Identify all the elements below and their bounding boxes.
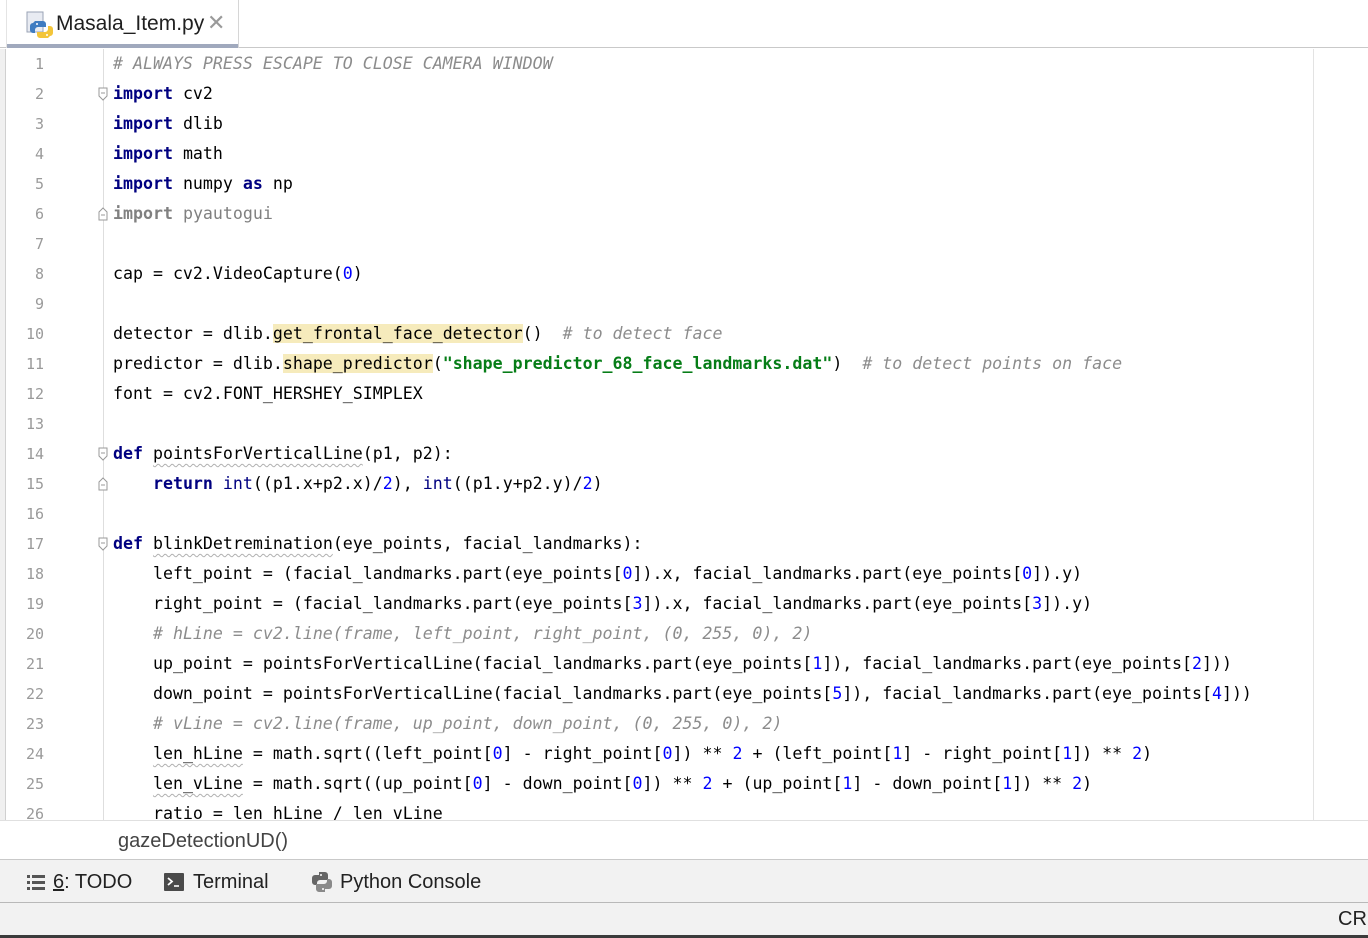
code-line[interactable]: import dlib	[113, 109, 223, 139]
code-editor[interactable]: 1 2 3 4 5 6 7 8 9 10 11 12 13 14 15 16 1…	[0, 49, 1368, 820]
editor-right-strip	[1314, 49, 1368, 820]
line-number: 19	[25, 595, 44, 613]
line-number: 15	[25, 475, 44, 493]
tool-window-bar: 6: TODO Terminal Python Console	[0, 860, 1368, 903]
code-line[interactable]: # ALWAYS PRESS ESCAPE TO CLOSE CAMERA WI…	[113, 49, 553, 79]
code-line[interactable]: import math	[113, 139, 223, 169]
line-number: 24	[25, 745, 44, 763]
code-line[interactable]: # vLine = cv2.line(frame, up_point, down…	[113, 709, 782, 739]
code-line[interactable]: detector = dlib.get_frontal_face_detecto…	[113, 319, 722, 349]
code-line[interactable]: # hLine = cv2.line(frame, left_point, ri…	[113, 619, 812, 649]
todo-mnemonic: 6	[53, 871, 65, 893]
file-tab-label: Masala_Item.py	[56, 12, 205, 35]
python-file-icon	[26, 11, 53, 38]
line-number: 26	[25, 805, 44, 820]
code-line[interactable]: import cv2	[113, 79, 213, 109]
code-line[interactable]: left_point = (facial_landmarks.part(eye_…	[113, 559, 1082, 589]
code-line[interactable]: len_vLine = math.sqrt((up_point[0] - dow…	[113, 769, 1092, 799]
line-number: 21	[25, 655, 44, 673]
python-console-tool-button[interactable]: Python Console	[311, 870, 491, 894]
editor-tab-bar: Masala_Item.py ✕	[0, 0, 1368, 48]
todo-tool-button[interactable]: 6: TODO	[26, 870, 136, 894]
code-line[interactable]: len_hLine = math.sqrt((left_point[0] - r…	[113, 739, 1152, 769]
breadcrumb: gazeDetectionUD()	[0, 820, 1368, 860]
line-number: 3	[34, 115, 44, 133]
line-number: 9	[34, 295, 44, 313]
line-number: 5	[34, 175, 44, 193]
fold-end-icon[interactable]	[98, 477, 108, 491]
line-separator-indicator[interactable]: CRLF	[1338, 908, 1368, 931]
code-line[interactable]: import numpy as np	[113, 169, 293, 199]
terminal-tool-button[interactable]: Terminal	[163, 870, 283, 894]
python-console-label: Python Console	[340, 871, 482, 893]
terminal-label: Terminal	[193, 871, 269, 893]
code-line[interactable]: predictor = dlib.shape_predictor("shape_…	[113, 349, 1122, 379]
status-bar: CRLF	[0, 903, 1368, 935]
fold-start-icon[interactable]	[98, 447, 108, 461]
line-number: 16	[25, 505, 44, 523]
line-number: 14	[25, 445, 44, 463]
file-tab[interactable]: Masala_Item.py ✕	[6, 0, 239, 48]
line-number: 1	[34, 55, 44, 73]
code-line[interactable]: up_point = pointsForVerticalLine(facial_…	[113, 649, 1232, 679]
line-number: 22	[25, 685, 44, 703]
line-number: 10	[25, 325, 44, 343]
line-number: 6	[34, 205, 44, 223]
line-number: 25	[25, 775, 44, 793]
line-number: 20	[25, 625, 44, 643]
line-number: 12	[25, 385, 44, 403]
fold-start-icon[interactable]	[98, 537, 108, 551]
line-number: 7	[34, 235, 44, 253]
list-icon	[27, 875, 45, 890]
fold-end-icon[interactable]	[98, 207, 108, 221]
active-tab-indicator	[7, 44, 238, 48]
breadcrumb-function[interactable]: gazeDetectionUD()	[118, 830, 288, 853]
python-console-icon	[312, 872, 332, 892]
line-number: 4	[34, 145, 44, 163]
fold-start-icon[interactable]	[98, 87, 108, 101]
code-line[interactable]: def blinkDetremination(eye_points, facia…	[113, 529, 643, 559]
code-line[interactable]: def pointsForVerticalLine(p1, p2):	[113, 439, 453, 469]
code-line[interactable]: right_point = (facial_landmarks.part(eye…	[113, 589, 1092, 619]
code-line[interactable]: ratio = len_hLine / len_vLine	[113, 799, 443, 820]
terminal-icon	[164, 873, 184, 891]
line-number: 17	[25, 535, 44, 553]
line-number: 23	[25, 715, 44, 733]
line-number: 11	[25, 355, 44, 373]
line-number: 18	[25, 565, 44, 583]
todo-label: : TODO	[64, 871, 133, 893]
line-number: 8	[34, 265, 44, 283]
code-line[interactable]: return int((p1.x+p2.x)/2), int((p1.y+p2.…	[113, 469, 603, 499]
code-line[interactable]: font = cv2.FONT_HERSHEY_SIMPLEX	[113, 379, 423, 409]
close-tab-icon[interactable]: ✕	[207, 12, 225, 34]
code-line[interactable]: import pyautogui	[113, 199, 273, 229]
line-number: 13	[25, 415, 44, 433]
code-line[interactable]: cap = cv2.VideoCapture(0)	[113, 259, 363, 289]
line-number: 2	[34, 85, 44, 103]
code-line[interactable]: down_point = pointsForVerticalLine(facia…	[113, 679, 1252, 709]
